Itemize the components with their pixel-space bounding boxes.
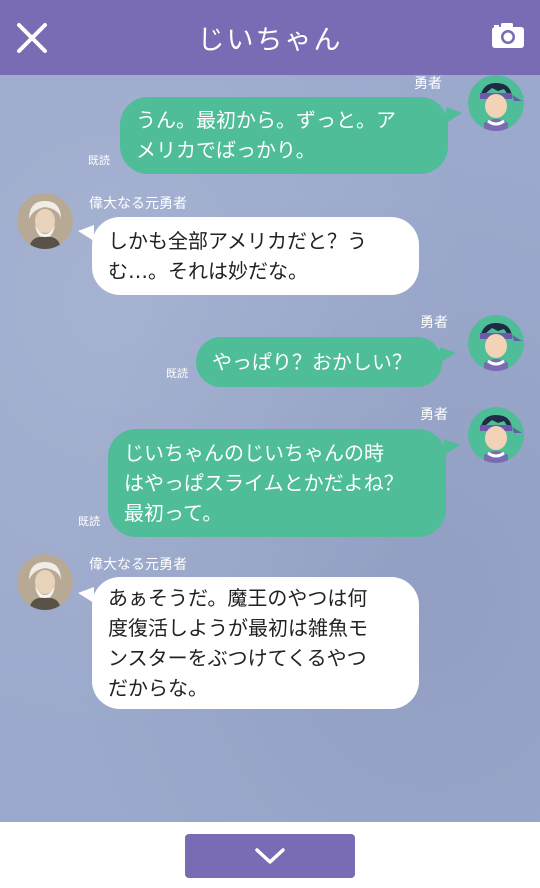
- avatar-hero[interactable]: [468, 407, 524, 463]
- hero-avatar-icon: [468, 407, 524, 463]
- message-text: はやっぱスライムとかだよね？: [124, 471, 404, 495]
- read-receipt: 既読: [88, 154, 110, 167]
- hero-avatar-icon: [468, 75, 524, 131]
- chat-header: じいちゃん: [0, 0, 540, 75]
- message-text: うん。最初から。ずっと。ア: [136, 108, 396, 132]
- bubble-tail: [446, 107, 462, 123]
- message-text: あぁそうだ。魔王のやつは何: [108, 586, 368, 610]
- message-text: 最初って。: [124, 501, 223, 525]
- scroll-down-button[interactable]: [185, 834, 355, 878]
- chat-title: じいちゃん: [197, 25, 343, 56]
- bubble-tail: [444, 439, 460, 455]
- chat-area[interactable]: 勇者 うん。最初から。ずっと。ア メリカでばっかり。 既読 偉大なる元勇者 しか…: [0, 75, 540, 822]
- message-text: やっぱり？おかしい？: [212, 350, 412, 374]
- message-text: しかも全部アメリカだと？う: [108, 229, 367, 253]
- message-bubble[interactable]: あぁそうだ。魔王のやつは何 度復活しようが最初は雑魚モ ンスターをぶつけてくるや…: [92, 577, 419, 709]
- message-text: 度復活しようが最初は雑魚モ: [108, 616, 368, 640]
- avatar-hero[interactable]: [468, 315, 524, 371]
- message-text: ンスターをぶつけてくるやつ: [108, 646, 367, 670]
- message-bubble[interactable]: しかも全部アメリカだと？う む…。それは妙だな。: [92, 217, 419, 295]
- message-text: じいちゃんのじいちゃんの時: [124, 441, 384, 465]
- camera-icon: [492, 23, 524, 48]
- avatar-hero[interactable]: [468, 75, 524, 131]
- bubble-tail: [440, 347, 456, 363]
- sender-name: 勇者: [420, 407, 448, 423]
- elder-avatar-icon: [17, 193, 73, 249]
- sender-name: 勇者: [420, 315, 448, 331]
- avatar-elder[interactable]: [17, 554, 73, 610]
- message-bubble[interactable]: じいちゃんのじいちゃんの時 はやっぱスライムとかだよね？ 最初って。: [108, 429, 446, 537]
- avatar-elder[interactable]: [17, 193, 73, 249]
- chat-footer: [0, 822, 540, 888]
- chevron-down-icon: [255, 848, 285, 864]
- sender-name: 勇者: [414, 76, 442, 92]
- read-receipt: 既読: [166, 367, 188, 380]
- read-receipt: 既読: [78, 515, 100, 528]
- hero-avatar-icon: [468, 315, 524, 371]
- message-text: だからな。: [108, 676, 208, 700]
- message-text: む…。それは妙だな。: [108, 259, 308, 283]
- camera-button[interactable]: [490, 20, 526, 50]
- message-bubble[interactable]: うん。最初から。ずっと。ア メリカでばっかり。: [120, 97, 448, 174]
- elder-avatar-icon: [17, 554, 73, 610]
- sender-name: 偉大なる元勇者: [89, 557, 187, 573]
- sender-name: 偉大なる元勇者: [89, 196, 187, 212]
- message-text: メリカでばっかり。: [136, 138, 316, 162]
- message-bubble[interactable]: やっぱり？おかしい？: [196, 337, 442, 387]
